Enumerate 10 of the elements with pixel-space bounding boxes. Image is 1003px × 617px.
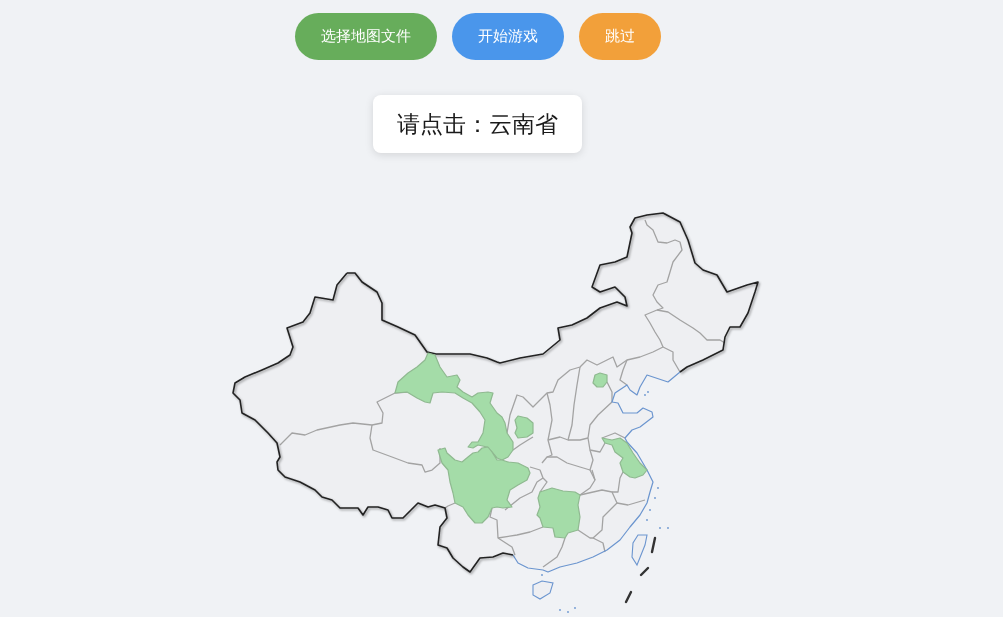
map-region[interactable] (437, 446, 531, 524)
skip-button[interactable]: 跳过 (578, 13, 661, 60)
map-region[interactable] (514, 415, 534, 439)
map-region[interactable] (601, 437, 648, 479)
prompt-text: 请点击：云南省 (397, 109, 558, 139)
start-button[interactable]: 开始游戏 (451, 13, 564, 60)
map-region[interactable] (536, 487, 581, 539)
map-region[interactable] (592, 372, 608, 388)
select-file-button[interactable]: 选择地图文件 (294, 13, 437, 60)
map-region[interactable] (394, 352, 514, 461)
